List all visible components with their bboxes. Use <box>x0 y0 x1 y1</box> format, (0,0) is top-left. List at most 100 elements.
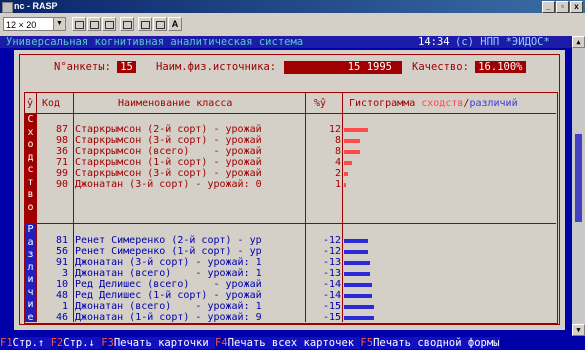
difference-row[interactable]: 81 Ренет Симеренко (2-й сорт) - ур -12 <box>37 235 357 246</box>
class-code: 1 <box>61 301 68 312</box>
class-name: Старкрымсон (3-й сорт) - урожай <box>75 135 262 146</box>
difference-histogram-bar <box>344 272 370 276</box>
class-code: 3 <box>61 268 68 279</box>
class-name: Старкрымсон (всего) - урожай <box>75 146 262 157</box>
similarity-row[interactable]: 87 Старкрымсон (2-й сорт) - урожай 12 <box>37 124 357 135</box>
difference-row[interactable]: 10 Ред Делишес (всего) - урожай -14 <box>37 279 357 290</box>
source-label: Наим.физ.источника: <box>156 61 277 73</box>
fkey-f3[interactable]: F3 <box>101 337 114 349</box>
background-icon <box>155 21 165 29</box>
class-percent: -14 <box>322 290 341 301</box>
similarity-side-label: Сходство <box>25 114 36 223</box>
class-percent: 12 <box>328 124 341 135</box>
class-code: 10 <box>55 279 68 290</box>
class-percent: -14 <box>322 279 341 290</box>
col-histogram-header: Гистограмма сходств/различий <box>349 97 518 110</box>
survey-value: 15 <box>117 61 136 73</box>
side-letter: Р <box>27 224 34 235</box>
side-letter: и <box>27 299 34 310</box>
class-name: Джонатан (1-й сорт) - урожай: 9 <box>75 312 262 323</box>
fkey-label[interactable]: Стр.↑ <box>12 337 51 349</box>
class-name: Старкрымсон (3-й сорт) - урожай <box>75 168 262 179</box>
class-name: Старкрымсон (2-й сорт) - урожай <box>75 124 262 135</box>
class-code: 99 <box>55 168 68 179</box>
fkey-f5[interactable]: F5 <box>360 337 373 349</box>
class-percent: -13 <box>322 257 341 268</box>
minimize-button[interactable]: _ <box>542 1 555 13</box>
mark-button[interactable] <box>72 17 86 31</box>
fkey-f4[interactable]: F4 <box>215 337 228 349</box>
difference-row[interactable]: 46 Джонатан (1-й сорт) - урожай: 9 -15 <box>37 312 357 323</box>
chevron-down-icon: ▼ <box>53 18 65 30</box>
class-code: 91 <box>55 257 68 268</box>
copyright: (c) НПП *ЭЙДОС* <box>455 36 550 48</box>
header-divider <box>24 113 556 114</box>
difference-histogram-bar <box>344 316 374 320</box>
difference-histogram-bar <box>344 305 374 309</box>
side-letter: С <box>27 114 34 125</box>
similarity-row[interactable]: 71 Старкрымсон (1-й сорт) - урожай 4 <box>37 157 357 168</box>
class-name: Ренет Симеренко (1-й сорт) - ур <box>75 246 262 257</box>
fkey-f1[interactable]: F1 <box>0 337 13 349</box>
class-name: Джонатан (всего) - урожай: 1 <box>75 268 262 279</box>
copy-button[interactable] <box>87 17 101 31</box>
maximize-button[interactable]: ▫ <box>556 1 569 13</box>
difference-row[interactable]: 48 Ред Делишес (1-й сорт) - урожай -14 <box>37 290 357 301</box>
background-button[interactable] <box>153 17 167 31</box>
fkey-label[interactable]: Печать всех карточек <box>227 337 361 349</box>
side-letter: и <box>27 274 34 285</box>
font-size-select[interactable]: 12 × 20 ▼ <box>3 17 66 31</box>
difference-row[interactable]: 3 Джонатан (всего) - урожай: 1 -13 <box>37 268 357 279</box>
scroll-thumb[interactable] <box>575 134 582 222</box>
class-code: 98 <box>55 135 68 146</box>
histogram-title: Гистограмма <box>349 98 422 109</box>
app-icon <box>2 2 13 13</box>
paste-button[interactable] <box>102 17 116 31</box>
difference-row[interactable]: 1 Джонатан (всего) - урожай: 1 -15 <box>37 301 357 312</box>
copy-icon <box>89 21 99 29</box>
system-title: Универсальная когнитивная аналитическая … <box>6 36 304 48</box>
close-button[interactable]: x <box>570 1 583 13</box>
scroll-up-icon[interactable]: ▲ <box>572 36 585 48</box>
side-letter: а <box>27 236 34 248</box>
survey-label: N°анкеты: <box>54 61 111 73</box>
class-code: 81 <box>55 235 68 246</box>
properties-button[interactable] <box>138 17 152 31</box>
fkey-label[interactable]: Печать карточки <box>113 337 215 349</box>
scroll-down-icon[interactable]: ▼ <box>572 324 585 336</box>
fkey-label[interactable]: Стр.↓ <box>63 337 102 349</box>
quality-field: Качество: 16.100% <box>412 61 526 74</box>
class-percent: -15 <box>322 301 341 312</box>
side-letter: с <box>27 164 34 175</box>
similarity-histogram-bar <box>344 172 348 176</box>
col-name-header: Наименование класса <box>118 98 233 109</box>
histogram-diff-word: различий <box>469 98 518 109</box>
class-name: Старкрымсон (1-й сорт) - урожай <box>75 157 262 168</box>
similarity-row[interactable]: 90 Джонатан (3-й сорт) - урожай: 0 1 <box>37 179 357 190</box>
difference-histogram-bar <box>344 250 368 254</box>
class-code: 71 <box>55 157 68 168</box>
class-name: Джонатан (3-й сорт) - урожай: 0 <box>75 179 262 190</box>
quality-label: Качество: <box>412 61 469 73</box>
side-letter: з <box>27 249 34 260</box>
fkey-f2[interactable]: F2 <box>51 337 64 349</box>
clock: 14:34 <box>418 36 450 48</box>
similarity-row[interactable]: 99 Старкрымсон (3-й сорт) - урожай 2 <box>37 168 357 179</box>
font-button[interactable]: A <box>168 17 182 31</box>
similarity-histogram-bar <box>344 183 346 187</box>
class-name: Ред Делишес (1-й сорт) - урожай <box>75 290 262 301</box>
similarity-row[interactable]: 36 Старкрымсон (всего) - урожай 8 <box>37 146 357 157</box>
class-name: Джонатан (3-й сорт) - урожай: 1 <box>75 257 262 268</box>
similarity-histogram-bar <box>344 139 360 143</box>
difference-row[interactable]: 91 Джонатан (3-й сорт) - урожай: 1 -13 <box>37 257 357 268</box>
fkey-label[interactable]: Печать сводной формы <box>373 337 500 349</box>
quality-value: 16.100% <box>475 61 526 73</box>
vertical-scrollbar[interactable]: ▲ ▼ <box>572 36 585 336</box>
fullscreen-button[interactable] <box>120 17 134 31</box>
survey-field: N°анкеты: 15 <box>54 61 136 74</box>
difference-histogram-bar <box>344 283 372 287</box>
difference-row[interactable]: 56 Ренет Симеренко (1-й сорт) - ур -12 <box>37 246 357 257</box>
similarity-row[interactable]: 98 Старкрымсон (3-й сорт) - урожай 8 <box>37 135 357 146</box>
console-screen: Универсальная когнитивная аналитическая … <box>0 36 572 336</box>
class-percent: -12 <box>322 235 341 246</box>
